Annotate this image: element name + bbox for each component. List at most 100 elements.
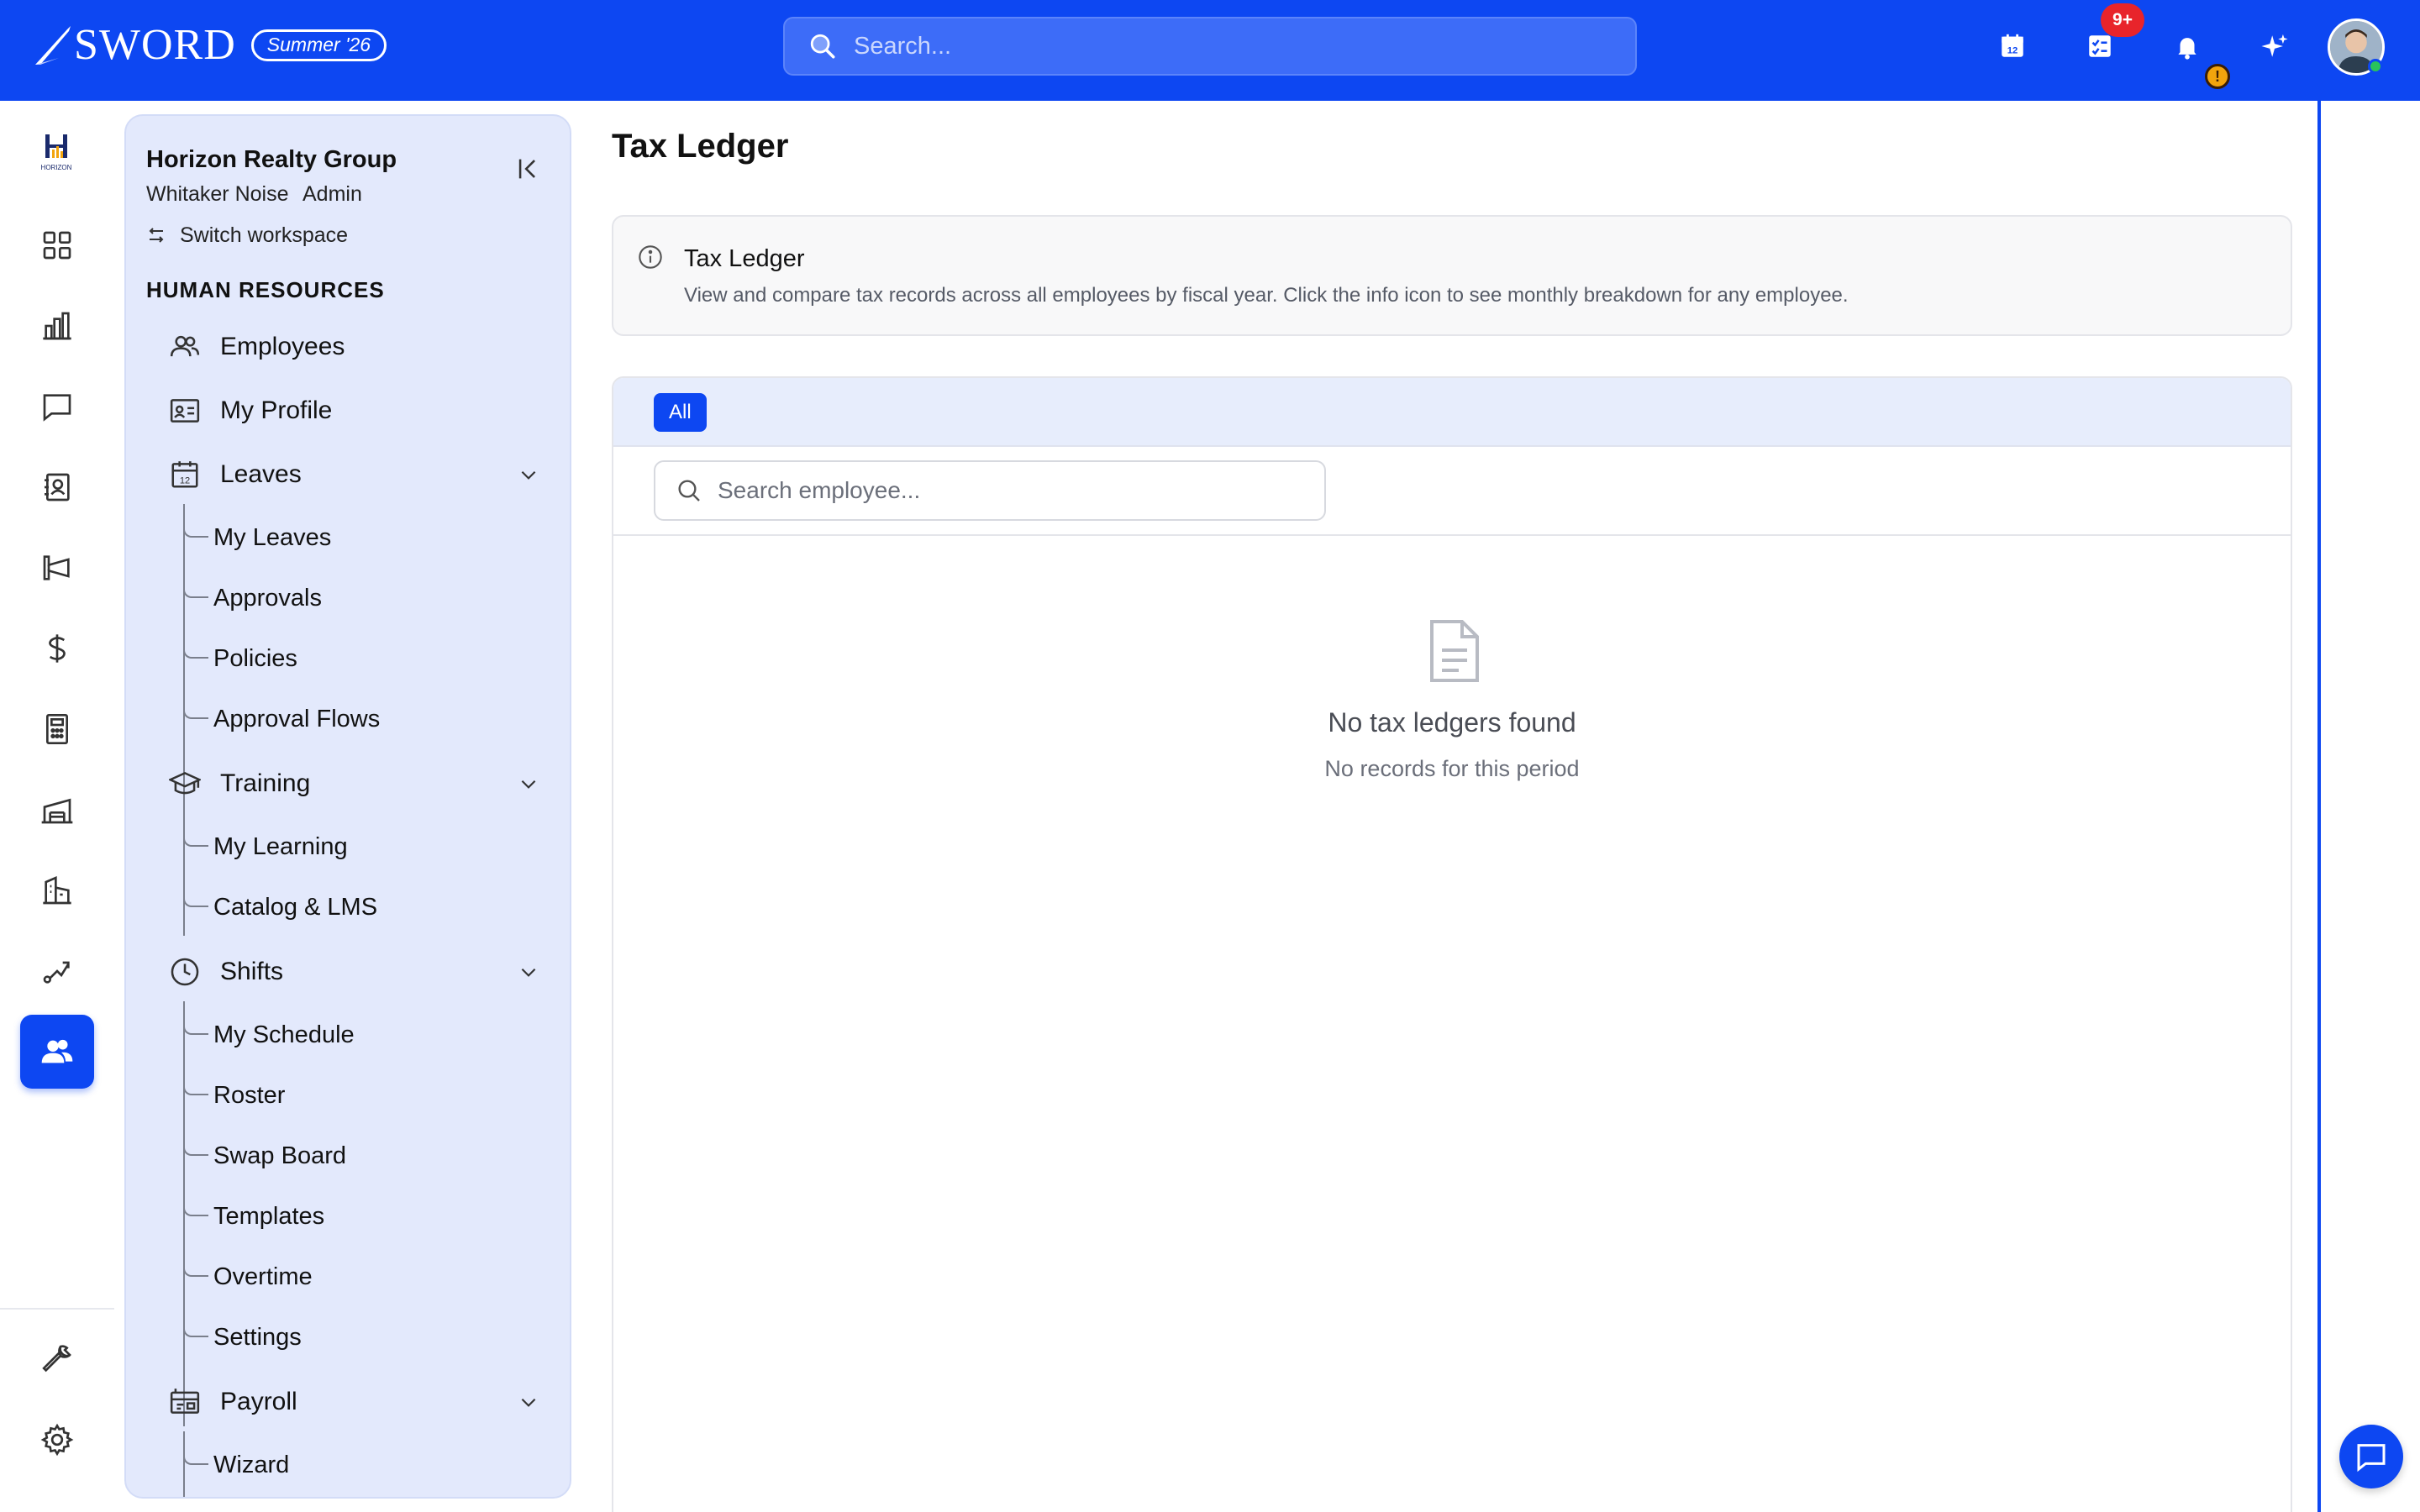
- top-bar: SWORD Summer '26 12 9+: [0, 0, 2420, 101]
- sub-label: Catalog & LMS: [213, 893, 378, 921]
- info-card-title: Tax Ledger: [684, 245, 805, 272]
- search-icon: [810, 34, 835, 59]
- tree-connector: [183, 701, 208, 719]
- tree-connector: [183, 1319, 208, 1337]
- chevron-down-icon[interactable]: [518, 961, 539, 983]
- sub-item-settings[interactable]: Settings: [183, 1319, 302, 1356]
- rail-messages[interactable]: [20, 370, 94, 444]
- checklist-icon: [2089, 35, 2111, 57]
- sub-item-approvals[interactable]: Approvals: [183, 580, 322, 617]
- nav-item-payroll[interactable]: Payroll: [168, 1381, 546, 1423]
- sub-label: Templates: [213, 1202, 325, 1230]
- tree-connector: [183, 1258, 208, 1277]
- settings-icon: [40, 1423, 74, 1457]
- filter-chip-all[interactable]: All: [654, 393, 707, 432]
- sub-item-my-leaves[interactable]: My Leaves: [183, 519, 331, 556]
- page-title: Tax Ledger: [612, 128, 789, 165]
- rail-calculator[interactable]: [20, 692, 94, 766]
- sub-label: Overtime: [213, 1263, 313, 1290]
- sword-logo-icon: [35, 26, 71, 65]
- tree-connector: [183, 828, 208, 847]
- chevron-down-icon[interactable]: [518, 773, 539, 795]
- empty-state-subtitle: No records for this period: [1324, 756, 1580, 781]
- workspace-user-name: Whitaker Noise: [146, 182, 289, 206]
- rail-warehouse[interactable]: [20, 773, 94, 847]
- tax-ledger-panel: All No tax ledgers found No records for …: [612, 376, 2292, 1512]
- nav-item-leaves[interactable]: 12 Leaves: [168, 454, 546, 496]
- tree-connector: [183, 1446, 208, 1465]
- chevron-down-icon[interactable]: [518, 464, 539, 486]
- nav-label-payroll: Payroll: [220, 1388, 297, 1415]
- sub-item-my-learning[interactable]: My Learning: [183, 828, 348, 865]
- rail-settings[interactable]: [20, 1403, 94, 1477]
- rail-contacts[interactable]: [20, 450, 94, 524]
- graduation-cap-icon: [168, 767, 202, 801]
- global-search-input[interactable]: [854, 32, 1635, 60]
- global-search[interactable]: [783, 17, 1637, 76]
- buildings-icon: [43, 875, 71, 905]
- calculator-icon: [46, 714, 68, 744]
- calendar-icon: 12: [2002, 34, 2023, 57]
- people-outline-icon: [168, 330, 202, 364]
- ai-assistant-button[interactable]: [2259, 30, 2291, 62]
- sub-item-my-schedule[interactable]: My Schedule: [183, 1016, 355, 1053]
- sub-label: Wizard: [213, 1451, 290, 1478]
- employee-search-row: [613, 447, 2291, 536]
- tasks-count-badge: 9+: [2101, 3, 2144, 37]
- rail-workflow[interactable]: [20, 934, 94, 1008]
- sub-item-wizard[interactable]: Wizard: [183, 1446, 289, 1483]
- chat-icon: [2357, 1444, 2386, 1473]
- nav-label-employees: Employees: [220, 333, 345, 360]
- rail-finance[interactable]: [20, 612, 94, 685]
- warehouse-icon: [41, 798, 73, 824]
- id-card-icon: [168, 394, 202, 428]
- sub-item-templates[interactable]: Templates: [183, 1198, 324, 1235]
- wrench-icon: [42, 1345, 71, 1373]
- rail-marketing[interactable]: [20, 531, 94, 605]
- calendar-outline-icon: 12: [168, 458, 202, 491]
- svg-text:12: 12: [180, 475, 190, 486]
- contacts-icon: [45, 473, 70, 501]
- switch-workspace-link[interactable]: Switch workspace: [146, 222, 348, 249]
- nav-item-shifts[interactable]: Shifts: [168, 951, 546, 993]
- nav-label-my-profile: My Profile: [220, 396, 333, 424]
- sub-item-catalog-lms[interactable]: Catalog & LMS: [183, 889, 377, 926]
- rail-buildings[interactable]: [20, 853, 94, 927]
- sub-item-overtime[interactable]: Overtime: [183, 1258, 313, 1295]
- rail-tools[interactable]: [20, 1322, 94, 1396]
- sub-label: Roster: [213, 1081, 286, 1109]
- people-icon: [41, 1039, 73, 1063]
- payroll-icon: [168, 1385, 202, 1419]
- tree-connector: [183, 1198, 208, 1216]
- tree-connector: [183, 640, 208, 659]
- calendar-button[interactable]: 12: [1996, 30, 2028, 62]
- nav-item-my-profile[interactable]: My Profile: [168, 390, 546, 432]
- info-card-description: View and compare tax records across all …: [684, 284, 1849, 307]
- tree-connector: [183, 1137, 208, 1156]
- workflow-icon: [43, 961, 70, 984]
- rail-people[interactable]: [20, 1015, 94, 1089]
- chevron-down-icon[interactable]: [518, 1391, 539, 1413]
- rail-analytics[interactable]: [20, 289, 94, 363]
- employee-search[interactable]: [654, 460, 1326, 521]
- sub-item-approval-flows[interactable]: Approval Flows: [183, 701, 380, 738]
- notifications-button[interactable]: [2171, 30, 2203, 62]
- chat-button[interactable]: [2339, 1425, 2403, 1488]
- horizon-logo-icon: HORIZON: [41, 134, 72, 171]
- search-icon: [678, 480, 700, 501]
- tree-connector: [183, 1077, 208, 1095]
- nav-item-training[interactable]: Training: [168, 763, 546, 805]
- employee-search-input[interactable]: [718, 477, 1324, 504]
- sub-item-swap-board[interactable]: Swap Board: [183, 1137, 346, 1174]
- nav-item-employees[interactable]: Employees: [168, 326, 546, 368]
- rail-dashboard[interactable]: [20, 208, 94, 282]
- sub-item-policies[interactable]: Policies: [183, 640, 297, 677]
- clock-icon: [168, 955, 202, 989]
- nav-label-training: Training: [220, 769, 311, 797]
- brand-logo[interactable]: SWORD Summer '26: [34, 20, 387, 71]
- collapse-sidebar-icon[interactable]: [514, 155, 543, 183]
- analytics-icon: [43, 312, 71, 340]
- sub-item-roster[interactable]: Roster: [183, 1077, 285, 1114]
- svg-text:12: 12: [2007, 46, 2018, 56]
- nav-label-shifts: Shifts: [220, 958, 284, 985]
